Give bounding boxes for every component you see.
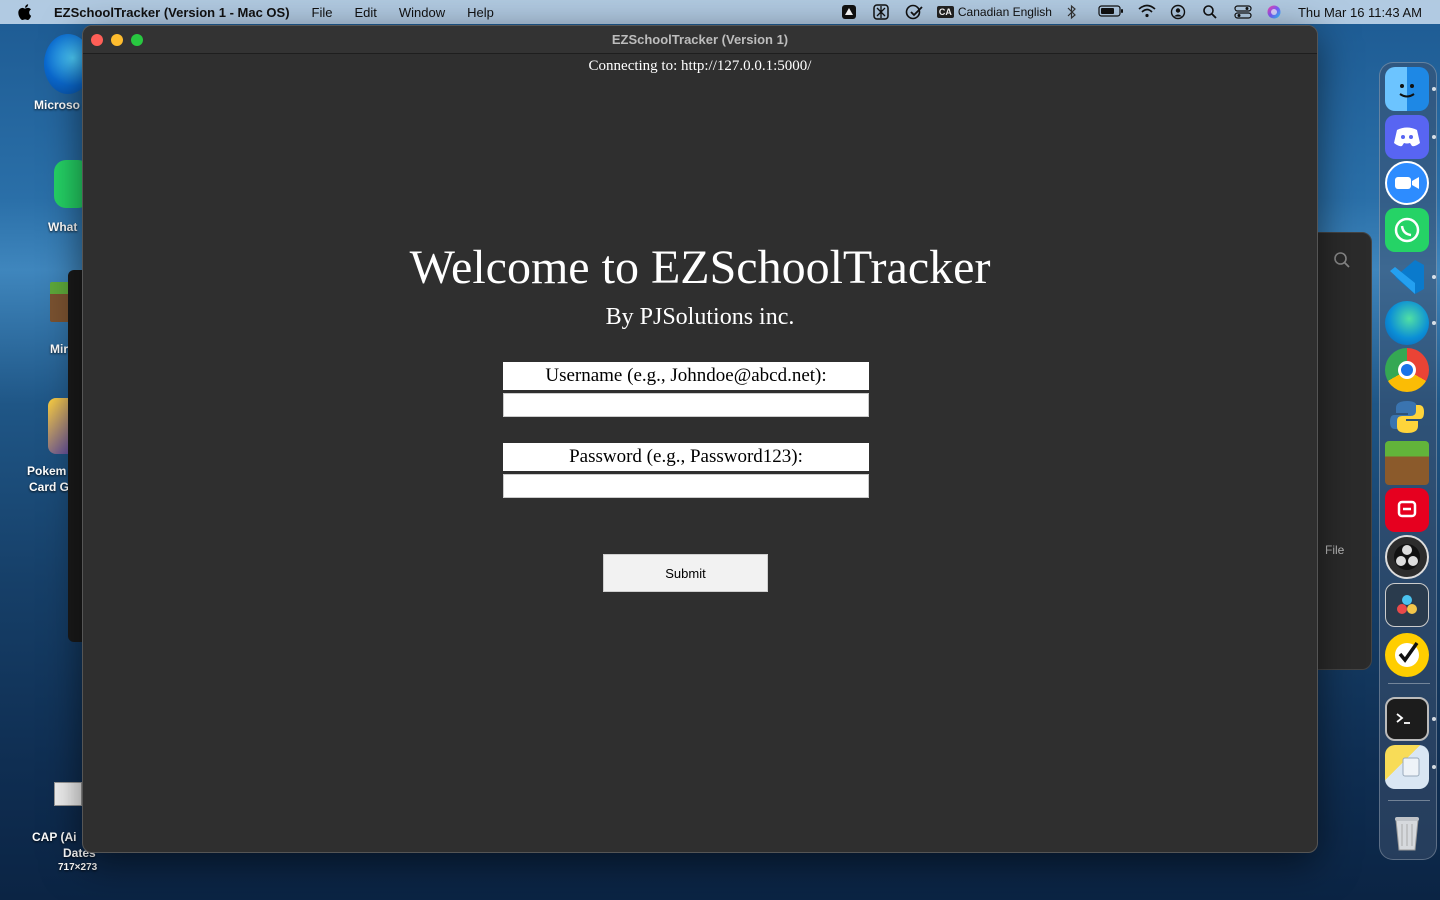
- menubar-clock[interactable]: Thu Mar 16 11:43 AM: [1298, 5, 1422, 20]
- file-manager-icon[interactable]: [1385, 745, 1429, 789]
- running-indicator: [1432, 321, 1436, 325]
- chrome-icon[interactable]: [1385, 348, 1429, 392]
- password-label: Password (e.g., Password123):: [503, 443, 869, 471]
- davinci-resolve-icon[interactable]: [1385, 583, 1429, 627]
- dock: [1379, 62, 1437, 860]
- running-indicator: [1432, 135, 1436, 139]
- connection-status: Connecting to: http://127.0.0.1:5000/: [588, 58, 812, 74]
- screenshot-thumbnail-icon: [54, 782, 82, 806]
- menu-bar: EZSchoolTracker (Version 1 - Mac OS) Fil…: [0, 0, 1440, 24]
- company-byline: By PJSolutions inc.: [605, 304, 795, 330]
- python-icon[interactable]: [1385, 395, 1429, 439]
- status-menus: CA Canadian English Thu Mar 16 11:43 AM: [827, 0, 1422, 24]
- grammarly-icon[interactable]: [905, 4, 923, 20]
- input-source-badge: CA: [936, 6, 954, 18]
- welcome-heading: Welcome to EZSchoolTracker: [409, 241, 991, 294]
- username-label: Username (e.g., Johndoe@abcd.net):: [503, 362, 869, 390]
- menu-edit[interactable]: Edit: [354, 5, 376, 20]
- desktop-icon-label: What: [48, 220, 78, 234]
- desktop-icon-label: Card G: [29, 480, 70, 494]
- running-indicator: [1432, 275, 1436, 279]
- finder-icon[interactable]: [1385, 67, 1429, 111]
- terminal-icon[interactable]: [1385, 697, 1429, 741]
- bluetooth-icon[interactable]: [1066, 4, 1084, 20]
- zoom-icon[interactable]: [1385, 161, 1429, 205]
- running-indicator: [1432, 765, 1436, 769]
- app-window: EZSchoolTracker (Version 1) Connecting t…: [82, 25, 1318, 853]
- control-center-icon[interactable]: [1234, 4, 1252, 20]
- input-source-label: Canadian English: [957, 5, 1052, 19]
- discord-icon[interactable]: [1385, 115, 1429, 159]
- desktop-icon-label: Microso: [34, 98, 81, 112]
- dock-separator: [1388, 800, 1430, 801]
- desktop-icon-label: Pokem: [27, 464, 67, 478]
- battery-icon[interactable]: [1098, 4, 1124, 20]
- dock-separator: [1388, 683, 1430, 684]
- education-app-icon[interactable]: [1385, 488, 1429, 532]
- window-title: EZSchoolTracker (Version 1): [611, 32, 789, 47]
- window-titlebar[interactable]: EZSchoolTracker (Version 1): [83, 26, 1317, 54]
- maximize-window-button[interactable]: [131, 34, 143, 46]
- drive-icon[interactable]: [841, 4, 859, 20]
- apple-menu-icon[interactable]: [18, 4, 38, 20]
- login-panel: Connecting to: http://127.0.0.1:5000/ We…: [83, 54, 1317, 852]
- running-indicator: [1432, 87, 1436, 91]
- siri-icon[interactable]: [1266, 4, 1284, 20]
- background-window-text: File: [1325, 543, 1345, 557]
- submit-button[interactable]: Submit: [603, 554, 768, 592]
- menu-file[interactable]: File: [312, 5, 333, 20]
- wifi-icon[interactable]: [1138, 4, 1156, 20]
- input-source-menu[interactable]: CA Canadian English: [936, 5, 1052, 19]
- username-input[interactable]: [503, 393, 869, 417]
- vscode-icon[interactable]: [1385, 255, 1429, 299]
- desktop-icon-label: Mir: [50, 342, 68, 356]
- running-indicator: [1432, 717, 1436, 721]
- edge-icon[interactable]: [1385, 301, 1429, 345]
- desktop-icon-label: CAP (Ai: [32, 830, 77, 844]
- menu-window[interactable]: Window: [399, 5, 445, 20]
- obs-icon[interactable]: [1385, 535, 1429, 579]
- spotlight-search-icon[interactable]: [1202, 4, 1220, 20]
- perplexity-icon[interactable]: [873, 4, 891, 20]
- desktop-icon-screenshot[interactable]: [54, 782, 82, 806]
- minecraft-icon[interactable]: [1385, 441, 1429, 485]
- minimize-window-button[interactable]: [111, 34, 123, 46]
- whatsapp-icon[interactable]: [1385, 208, 1429, 252]
- password-input[interactable]: [503, 474, 869, 498]
- trash-icon[interactable]: [1385, 811, 1429, 855]
- close-window-button[interactable]: [91, 34, 103, 46]
- app-name-menu[interactable]: EZSchoolTracker (Version 1 - Mac OS): [54, 5, 290, 20]
- norton-icon[interactable]: [1385, 633, 1429, 677]
- user-account-icon[interactable]: [1170, 4, 1188, 20]
- search-icon[interactable]: [1333, 251, 1351, 274]
- menu-help[interactable]: Help: [467, 5, 494, 20]
- desktop-icon-dimensions: 717×273: [58, 862, 98, 873]
